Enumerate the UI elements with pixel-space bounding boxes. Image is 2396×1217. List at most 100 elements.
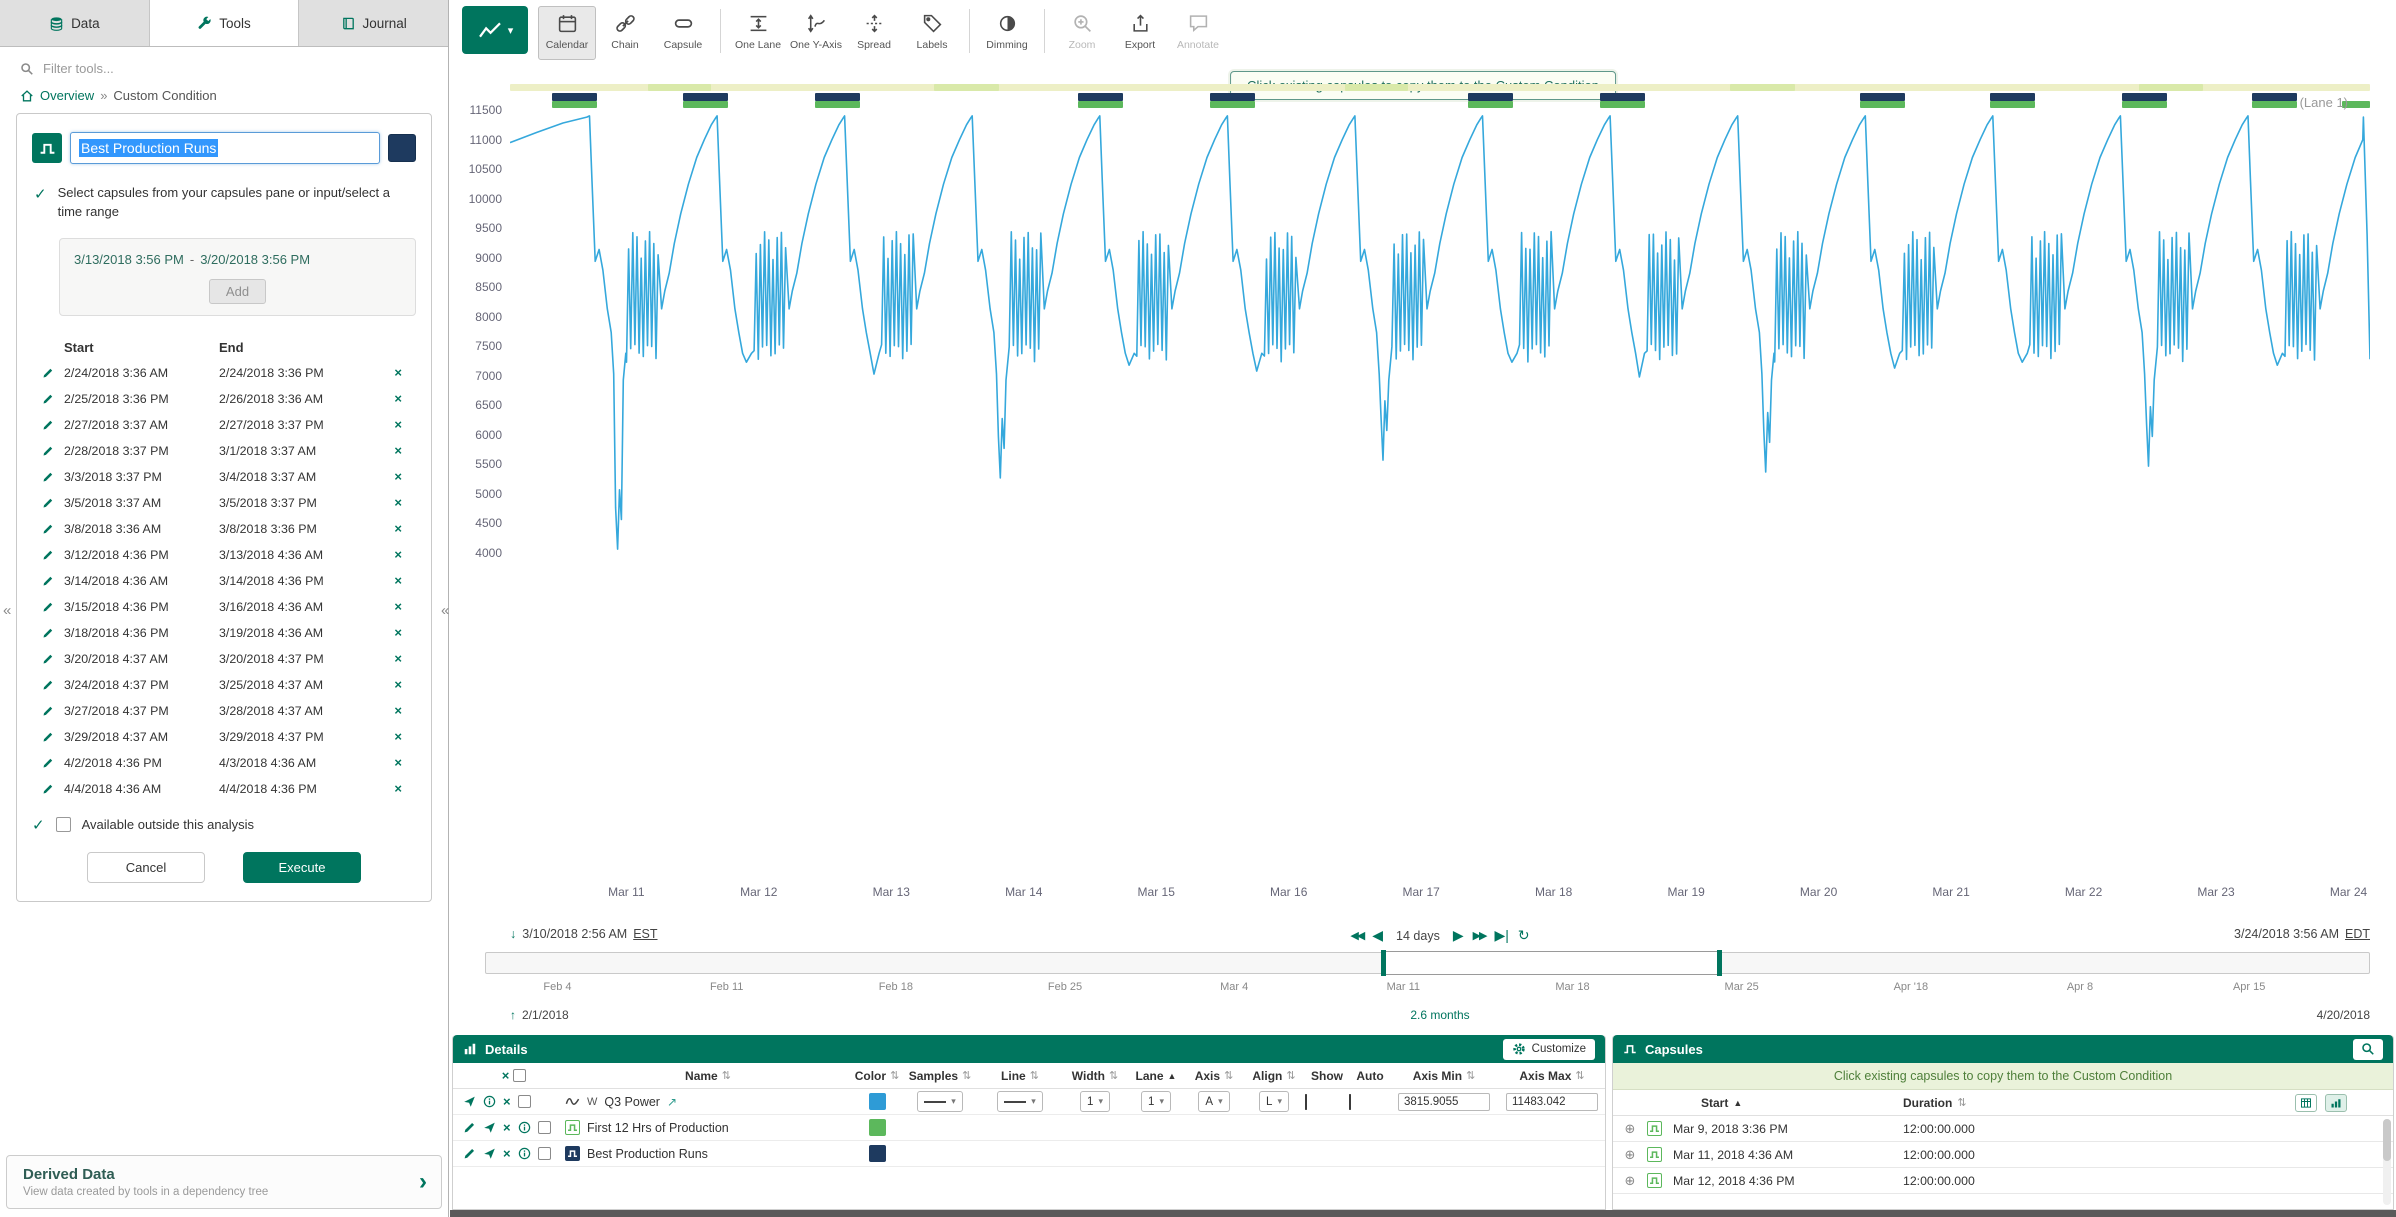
remove-capsule-icon[interactable]: ×	[374, 729, 402, 744]
col-samples[interactable]: Samples	[909, 1069, 958, 1083]
execute-button[interactable]: Execute	[243, 852, 361, 883]
line-style-dropdown[interactable]: ▾	[997, 1091, 1043, 1112]
edit-capsule-icon[interactable]	[32, 497, 64, 509]
edit-icon[interactable]	[463, 1121, 476, 1134]
remove-capsule-icon[interactable]: ×	[374, 391, 402, 406]
sort-asc-icon[interactable]: ▲	[1168, 1071, 1177, 1081]
toolbar-one-y-axis-button[interactable]: One Y-Axis	[787, 6, 845, 60]
color-swatch[interactable]	[869, 1093, 886, 1110]
samples-style-dropdown[interactable]: ▾	[917, 1091, 963, 1112]
axis-dropdown[interactable]: A▾	[1198, 1091, 1229, 1112]
sort-icon[interactable]: ⇅	[1286, 1069, 1295, 1082]
remove-capsule-icon[interactable]: ×	[374, 599, 402, 614]
available-outside-checkbox[interactable]	[56, 817, 71, 832]
pan-right-icon[interactable]: ▶	[1453, 927, 1464, 944]
trend-view-selector-button[interactable]: ▾	[462, 6, 528, 54]
sort-icon[interactable]: ⇅	[1575, 1069, 1584, 1082]
table-view-icon[interactable]	[2295, 1094, 2317, 1112]
sort-asc-icon[interactable]: ▲	[1733, 1098, 1742, 1108]
toolbar-one-lane-button[interactable]: One Lane	[729, 6, 787, 60]
edit-capsule-icon[interactable]	[32, 731, 64, 743]
align-dropdown[interactable]: L▾	[1259, 1091, 1289, 1112]
remove-capsule-icon[interactable]: ×	[374, 703, 402, 718]
condition-color-picker[interactable]	[388, 134, 416, 162]
col-lane[interactable]: Lane	[1136, 1069, 1164, 1083]
sort-icon[interactable]: ⇅	[722, 1069, 731, 1082]
col-axis[interactable]: Axis	[1195, 1069, 1220, 1083]
edit-capsule-icon[interactable]	[32, 393, 64, 405]
condition-name-input[interactable]: Best Production Runs	[70, 132, 380, 164]
send-to-icon[interactable]	[463, 1095, 476, 1108]
info-icon[interactable]	[518, 1121, 531, 1134]
item-name[interactable]: Best Production Runs	[587, 1147, 708, 1161]
sort-icon[interactable]: ⇅	[962, 1069, 971, 1082]
add-capsule-icon[interactable]: ⊕	[1613, 1121, 1647, 1137]
sort-icon[interactable]: ⇅	[1957, 1096, 1966, 1109]
collapse-left-icon[interactable]: «	[3, 602, 11, 619]
col-axis-min[interactable]: Axis Min	[1413, 1069, 1462, 1083]
remove-capsule-icon[interactable]: ×	[374, 495, 402, 510]
sort-icon[interactable]: ⇅	[1466, 1069, 1475, 1082]
customize-button[interactable]: Customize	[1503, 1039, 1595, 1060]
step-back-icon[interactable]: ◀◀	[1350, 929, 1363, 942]
step-forward-icon[interactable]: ▶▶	[1473, 929, 1486, 942]
remove-capsule-icon[interactable]: ×	[374, 651, 402, 666]
capsules-col-start[interactable]: Start	[1701, 1096, 1728, 1110]
tab-tools[interactable]: Tools	[150, 0, 300, 46]
capsule-bar-pale[interactable]	[510, 84, 2370, 91]
remove-capsule-icon[interactable]: ×	[374, 573, 402, 588]
trend-chart[interactable]	[510, 100, 2370, 580]
breadcrumb-overview-link[interactable]: Overview	[40, 88, 94, 103]
col-color[interactable]: Color	[855, 1069, 886, 1083]
edit-capsule-icon[interactable]	[32, 549, 64, 561]
row-checkbox[interactable]	[538, 1121, 551, 1134]
edit-capsule-icon[interactable]	[32, 445, 64, 457]
remove-capsule-icon[interactable]: ×	[374, 443, 402, 458]
pan-left-icon[interactable]: ◀	[1372, 927, 1383, 944]
col-axis-max[interactable]: Axis Max	[1519, 1069, 1571, 1083]
col-width[interactable]: Width	[1072, 1069, 1105, 1083]
edit-capsule-icon[interactable]	[32, 601, 64, 613]
edit-capsule-icon[interactable]	[32, 757, 64, 769]
derived-data-card[interactable]: Derived Data View data created by tools …	[6, 1155, 442, 1209]
toolbar-capsule-button[interactable]: Capsule	[654, 6, 712, 60]
remove-capsule-icon[interactable]: ×	[374, 417, 402, 432]
edit-capsule-icon[interactable]	[32, 367, 64, 379]
stats-columns-icon[interactable]	[2325, 1094, 2347, 1112]
auto-checkbox[interactable]	[1349, 1094, 1351, 1110]
capsule-row[interactable]: ⊕ Mar 9, 2018 3:36 PM 12:00:00.000	[1613, 1116, 2393, 1142]
remove-capsule-icon[interactable]: ×	[374, 469, 402, 484]
time-range-start[interactable]: 3/13/2018 3:56 PM	[74, 252, 184, 267]
remove-item-icon[interactable]: ×	[503, 1094, 511, 1109]
edit-capsule-icon[interactable]	[32, 471, 64, 483]
range-end-timezone[interactable]: EDT	[2345, 927, 2370, 941]
refresh-icon[interactable]: ↻	[1518, 927, 1530, 944]
capsule-bar-pale-highlight[interactable]	[934, 84, 999, 91]
capsule-bar-pale-highlight[interactable]	[648, 84, 711, 91]
edit-capsule-icon[interactable]	[32, 705, 64, 717]
col-align[interactable]: Align	[1252, 1069, 1282, 1083]
cancel-button[interactable]: Cancel	[87, 852, 205, 883]
time-range-end[interactable]: 3/20/2018 3:56 PM	[200, 252, 310, 267]
range-start-timezone[interactable]: EST	[633, 927, 657, 941]
info-icon[interactable]	[483, 1095, 496, 1108]
edit-capsule-icon[interactable]	[32, 653, 64, 665]
item-name[interactable]: Q3 Power	[604, 1095, 660, 1109]
display-duration[interactable]: 14 days	[1396, 929, 1440, 943]
color-swatch[interactable]	[869, 1145, 886, 1162]
sort-icon[interactable]: ⇅	[890, 1069, 899, 1082]
send-to-icon[interactable]	[483, 1147, 496, 1160]
remove-capsule-icon[interactable]: ×	[374, 677, 402, 692]
row-checkbox[interactable]	[538, 1147, 551, 1160]
overview-range-handle[interactable]	[1382, 951, 1721, 975]
capsules-search-button[interactable]	[2353, 1039, 2383, 1060]
col-auto[interactable]: Auto	[1356, 1069, 1383, 1083]
row-checkbox[interactable]	[518, 1095, 531, 1108]
edit-capsule-icon[interactable]	[32, 783, 64, 795]
send-to-icon[interactable]	[483, 1121, 496, 1134]
sort-icon[interactable]: ⇅	[1109, 1069, 1118, 1082]
capsule-row[interactable]: ⊕ Mar 12, 2018 4:36 PM 12:00:00.000	[1613, 1168, 2393, 1194]
add-button[interactable]: Add	[209, 279, 266, 304]
capsule-bar-pale-highlight[interactable]	[2139, 84, 2202, 91]
remove-capsule-icon[interactable]: ×	[374, 625, 402, 640]
